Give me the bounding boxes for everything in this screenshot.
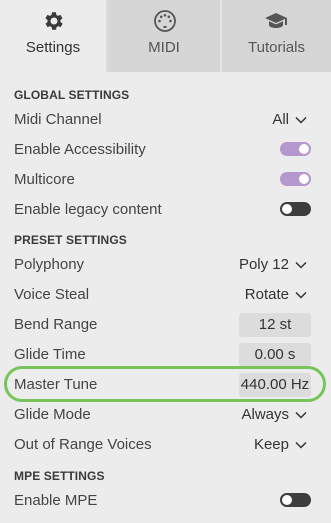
voice-steal-dropdown[interactable]: Rotate [245, 286, 307, 303]
multicore-toggle[interactable] [280, 172, 311, 186]
tab-settings-label: Settings [25, 39, 81, 56]
voice-steal-row: Voice Steal Rotate [0, 279, 331, 309]
glide-mode-value: Always [241, 406, 289, 423]
tab-bar: Settings MIDI Tutorials [0, 0, 331, 72]
enable-mpe-row: Enable MPE [0, 485, 331, 515]
midi-connector-icon [154, 10, 176, 32]
polyphony-row: Polyphony Poly 12 [0, 249, 331, 279]
chevron-down-icon [295, 291, 307, 299]
out-of-range-value: Keep [253, 436, 289, 453]
chevron-down-icon [295, 411, 307, 419]
toggle-knob [299, 144, 309, 154]
preset-settings-header: PRESET SETTINGS [14, 233, 127, 247]
midi-channel-dropdown[interactable]: All [272, 111, 307, 128]
midi-channel-row: Midi Channel All [0, 104, 331, 134]
multicore-row: Multicore [0, 164, 331, 194]
glide-mode-dropdown[interactable]: Always [241, 406, 307, 423]
master-tune-row: Master Tune 440.00 Hz [0, 369, 331, 399]
bend-range-label: Bend Range [14, 316, 98, 333]
gear-icon [45, 12, 63, 30]
bend-range-field[interactable]: 12 st [239, 313, 311, 337]
chevron-down-icon [295, 116, 307, 124]
legacy-content-label: Enable legacy content [14, 201, 162, 218]
tab-tutorials[interactable]: Tutorials [222, 0, 331, 72]
out-of-range-dropdown[interactable]: Keep [254, 436, 307, 453]
master-tune-field[interactable]: 440.00 Hz [239, 373, 311, 397]
accessibility-row: Enable Accessibility [0, 134, 331, 164]
toggle-knob [299, 174, 309, 184]
midi-channel-value: All [272, 111, 289, 128]
enable-mpe-toggle[interactable] [280, 493, 311, 507]
tab-settings[interactable]: Settings [0, 0, 108, 72]
tab-midi-label: MIDI [148, 39, 180, 56]
accessibility-toggle[interactable] [280, 142, 311, 156]
glide-time-label: Glide Time [14, 346, 86, 363]
chevron-down-icon [295, 261, 307, 269]
graduation-cap-icon [265, 13, 287, 28]
voice-steal-value: Rotate [244, 286, 289, 303]
out-of-range-row: Out of Range Voices Keep [0, 429, 331, 459]
glide-time-row: Glide Time 0.00 s [0, 339, 331, 369]
global-settings-header: GLOBAL SETTINGS [14, 88, 130, 102]
midi-channel-label: Midi Channel [14, 111, 102, 128]
accessibility-label: Enable Accessibility [14, 141, 146, 158]
toggle-knob [282, 495, 292, 505]
polyphony-dropdown[interactable]: Poly 12 [239, 256, 307, 273]
chevron-down-icon [295, 441, 307, 449]
toggle-knob [282, 204, 292, 214]
polyphony-value: Poly 12 [238, 256, 289, 273]
mpe-settings-header: MPE SETTINGS [14, 469, 105, 483]
out-of-range-label: Out of Range Voices [14, 436, 152, 453]
multicore-label: Multicore [14, 171, 75, 188]
tab-midi[interactable]: MIDI [108, 0, 222, 72]
voice-steal-label: Voice Steal [14, 286, 90, 303]
glide-mode-row: Glide Mode Always [0, 399, 331, 429]
bend-range-row: Bend Range 12 st [0, 309, 331, 339]
legacy-content-row: Enable legacy content [0, 194, 331, 224]
enable-mpe-label: Enable MPE [14, 492, 98, 509]
glide-time-field[interactable]: 0.00 s [239, 343, 311, 367]
tab-tutorials-label: Tutorials [248, 39, 305, 56]
glide-mode-label: Glide Mode [14, 406, 91, 423]
master-tune-label: Master Tune [14, 376, 98, 393]
legacy-content-toggle[interactable] [280, 202, 311, 216]
polyphony-label: Polyphony [14, 256, 85, 273]
